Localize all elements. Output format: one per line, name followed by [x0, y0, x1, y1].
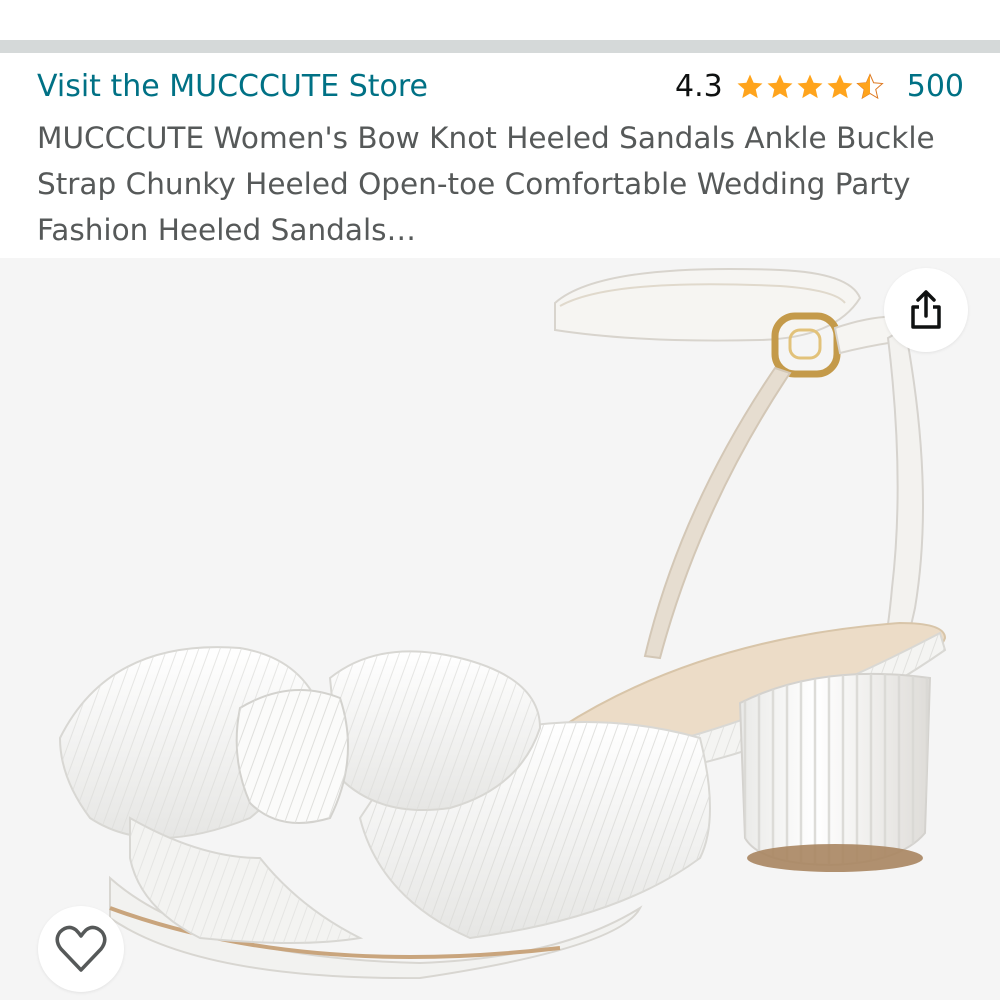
section-divider [0, 40, 1000, 53]
store-link[interactable]: Visit the MUCCCUTE Store [37, 69, 428, 104]
product-image-gallery[interactable] [0, 258, 1000, 1000]
add-to-wishlist-button[interactable] [38, 906, 124, 992]
heart-outline-icon [55, 925, 107, 972]
rating-stars [735, 72, 885, 102]
product-title: MUCCCUTE Women's Bow Knot Heeled Sandals… [37, 121, 935, 247]
star-full-icon [737, 74, 763, 98]
product-image [58, 267, 947, 980]
previous-section-edge [0, 0, 1000, 40]
rating-value: 4.3 [675, 69, 723, 104]
product-info-header: Visit the MUCCCUTE Store 4.3 500 MUCCCUT… [0, 53, 1000, 258]
star-full-icon [797, 74, 823, 98]
rating-count-link[interactable]: 500 [907, 69, 964, 104]
share-icon [911, 290, 941, 329]
rating-summary[interactable]: 4.3 500 [675, 69, 964, 104]
share-button[interactable] [884, 268, 968, 352]
star-full-icon [767, 74, 793, 98]
star-partial-icon [856, 72, 884, 99]
star-full-icon [827, 74, 853, 98]
